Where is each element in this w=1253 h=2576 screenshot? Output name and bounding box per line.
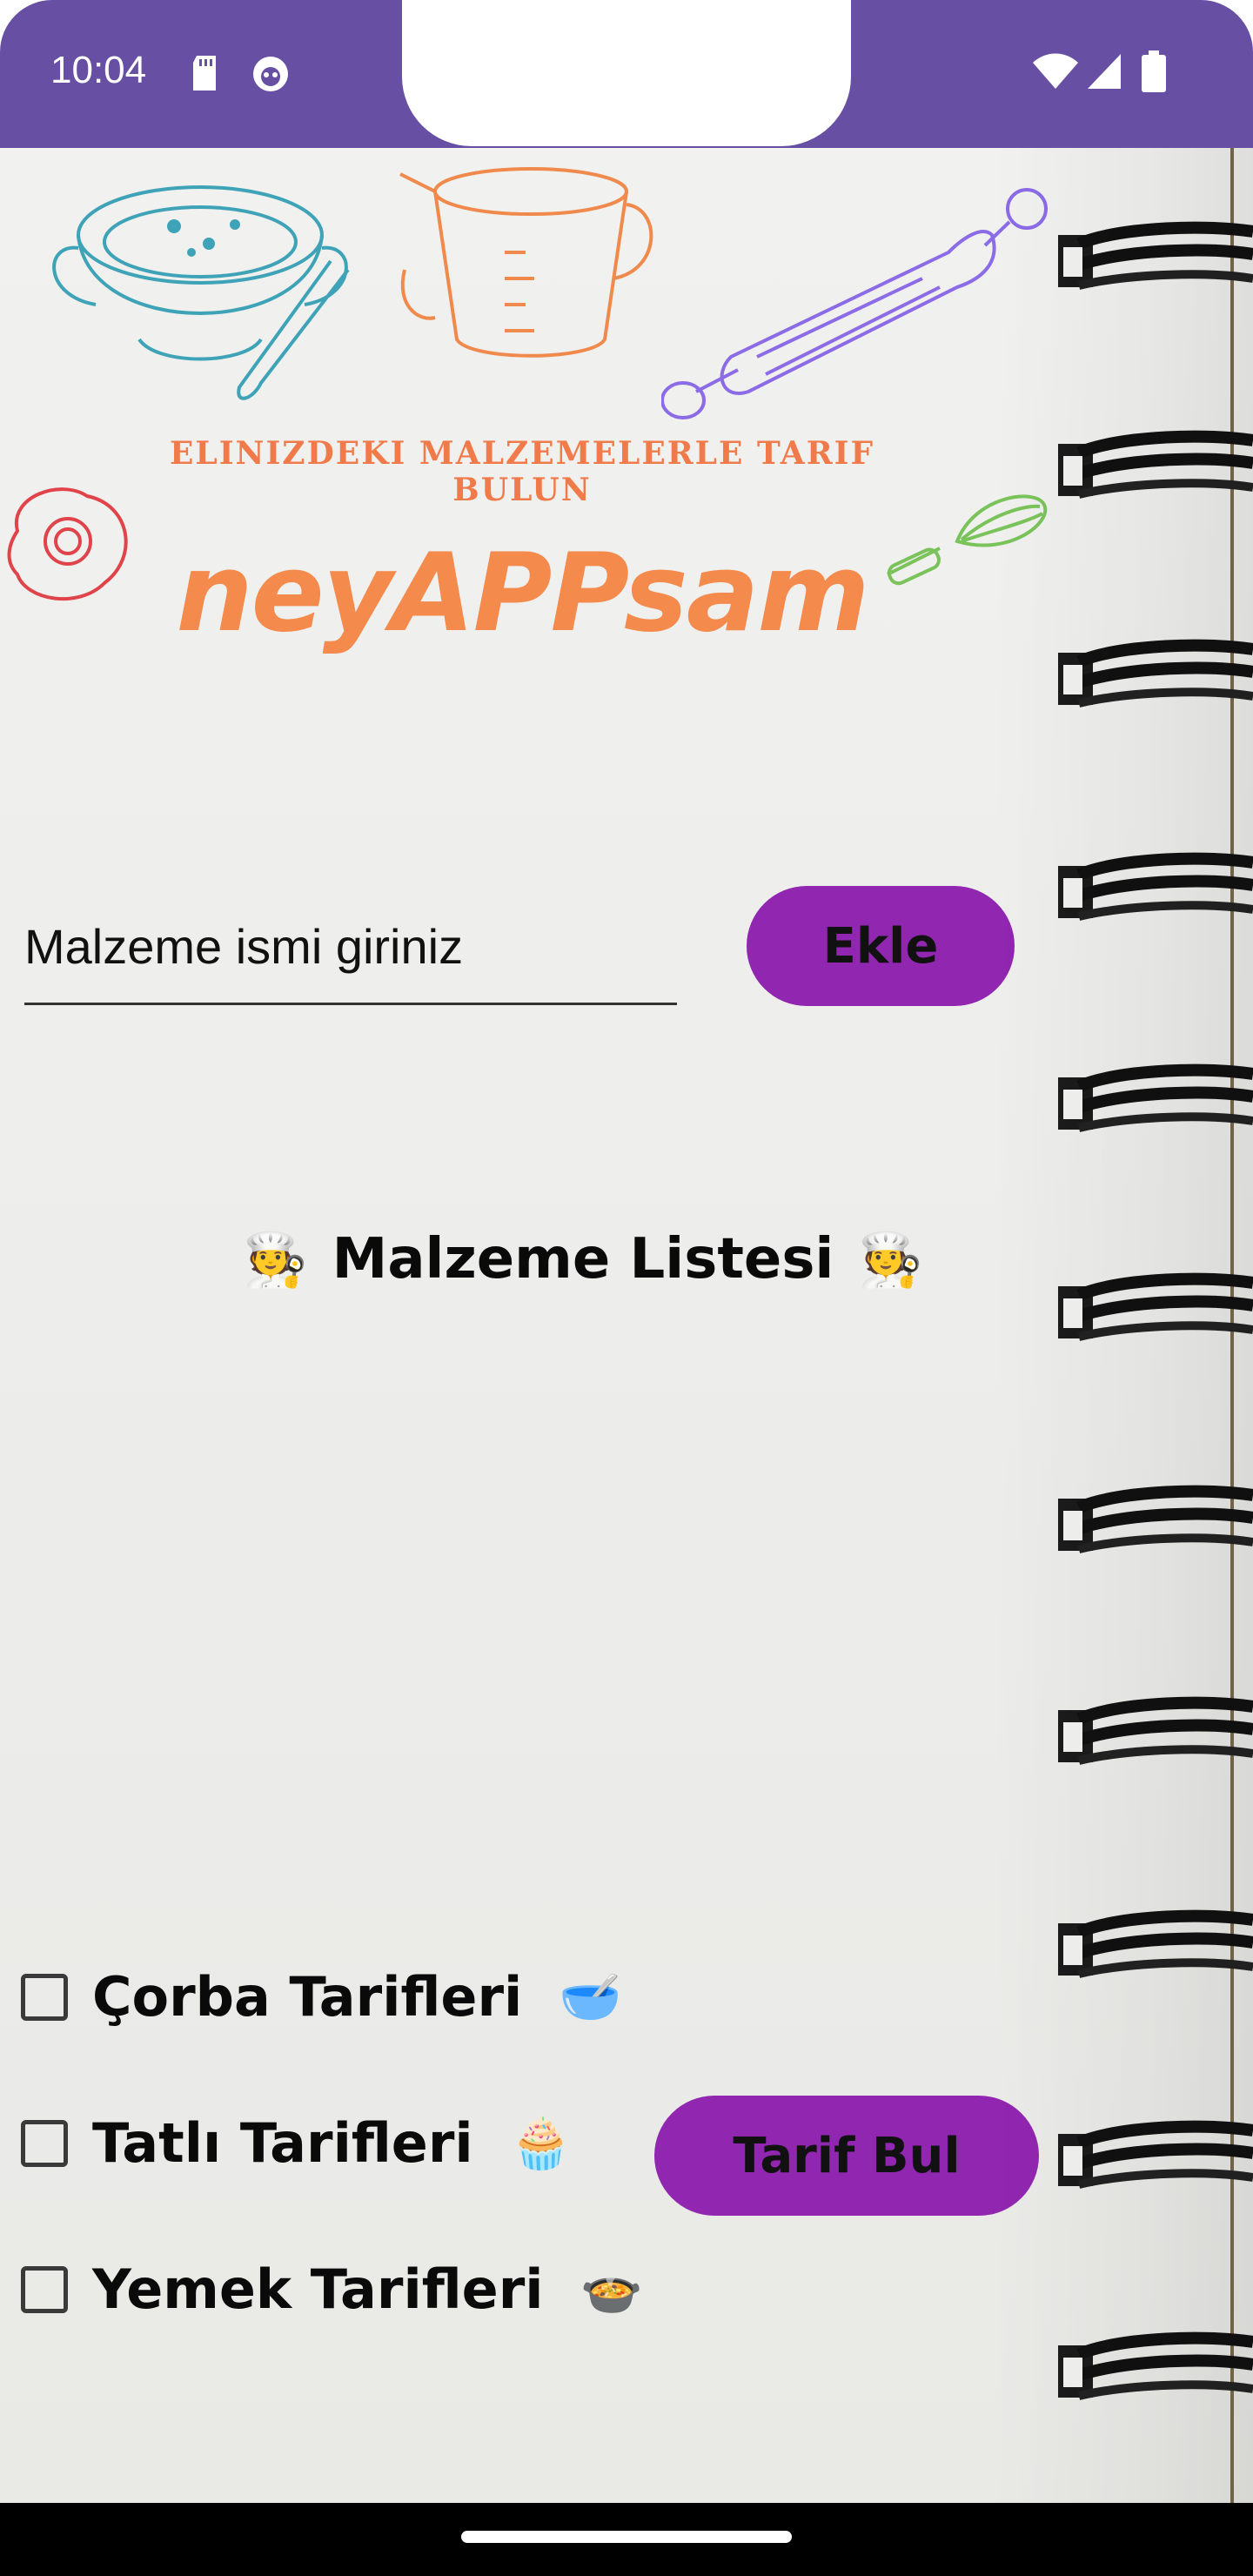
cell-signal-icon xyxy=(1086,52,1122,95)
status-bar-corner xyxy=(1201,0,1253,52)
whisk-icon xyxy=(887,494,1048,586)
notification-app-icon xyxy=(251,54,291,98)
chef-icon: 🧑‍🍳 xyxy=(242,1229,308,1291)
app-subtitle: ELINIZDEKI MALZEMELERLE TARIF BULUN xyxy=(169,435,875,508)
dessert-checkbox[interactable] xyxy=(21,2119,68,2167)
notebook-background: ELINIZDEKI MALZEMELERLE TARIF BULUN neyA… xyxy=(0,148,1253,2503)
wifi-icon xyxy=(1032,52,1079,95)
home-gesture-handle[interactable] xyxy=(461,2531,792,2543)
spiral-ring xyxy=(1058,852,1253,921)
cupcake-icon: 🧁 xyxy=(509,2114,573,2171)
battery-icon xyxy=(1142,50,1166,97)
ingredient-list-label: Malzeme Listesi xyxy=(332,1227,834,1291)
camera-notch xyxy=(402,0,851,146)
notebook-edge xyxy=(1230,148,1234,2503)
add-button[interactable]: Ekle xyxy=(747,886,1015,1006)
spiral-ring xyxy=(1058,1272,1253,1341)
soup-checkbox[interactable] xyxy=(21,1973,68,2021)
chef-icon: 🧑‍🍳 xyxy=(858,1229,924,1291)
bowl-icon: 🥣 xyxy=(559,1968,622,2025)
meal-label: Yemek Tarifleri xyxy=(92,2257,544,2321)
status-bar: 10:04 xyxy=(0,0,1253,148)
find-recipe-button[interactable]: Tarif Bul xyxy=(654,2096,1039,2216)
category-dessert[interactable]: Tatlı Tarifleri 🧁 xyxy=(21,2111,573,2175)
spiral-binding xyxy=(1044,148,1253,2503)
category-meal[interactable]: Yemek Tarifleri 🍲 xyxy=(21,2257,643,2321)
soup-label: Çorba Tarifleri xyxy=(92,1965,523,2029)
spiral-ring xyxy=(1058,2120,1253,2189)
ingredient-field[interactable] xyxy=(24,898,677,1005)
spiral-ring xyxy=(1058,430,1253,499)
sd-card-icon xyxy=(190,54,219,97)
rolling-pin-icon xyxy=(661,188,1048,419)
spiral-ring xyxy=(1058,1696,1253,1765)
spiral-ring xyxy=(1058,2331,1253,2400)
navigation-bar xyxy=(0,2503,1253,2576)
meal-checkbox[interactable] xyxy=(21,2265,68,2313)
measuring-cup-icon xyxy=(399,167,653,358)
spiral-ring xyxy=(1058,1485,1253,1553)
ingredient-list xyxy=(24,1323,1025,2036)
pot-icon: 🍲 xyxy=(580,2260,643,2318)
spiral-ring xyxy=(1058,639,1253,708)
app-logo: neyAPPsam xyxy=(176,531,869,656)
status-bar-corner xyxy=(0,0,52,52)
soup-bowl-icon xyxy=(52,185,350,400)
category-soup[interactable]: Çorba Tarifleri 🥣 xyxy=(21,1965,622,2029)
fried-egg-icon xyxy=(7,487,128,601)
spiral-ring xyxy=(1058,221,1253,290)
ingredient-input[interactable] xyxy=(24,898,677,994)
status-time: 10:04 xyxy=(50,49,147,91)
ingredient-list-title: 🧑‍🍳 Malzeme Listesi 🧑‍🍳 xyxy=(218,1227,948,1291)
spiral-ring xyxy=(1058,1063,1253,1132)
dessert-label: Tatlı Tarifleri xyxy=(92,2111,473,2175)
spiral-ring xyxy=(1058,1909,1253,1978)
